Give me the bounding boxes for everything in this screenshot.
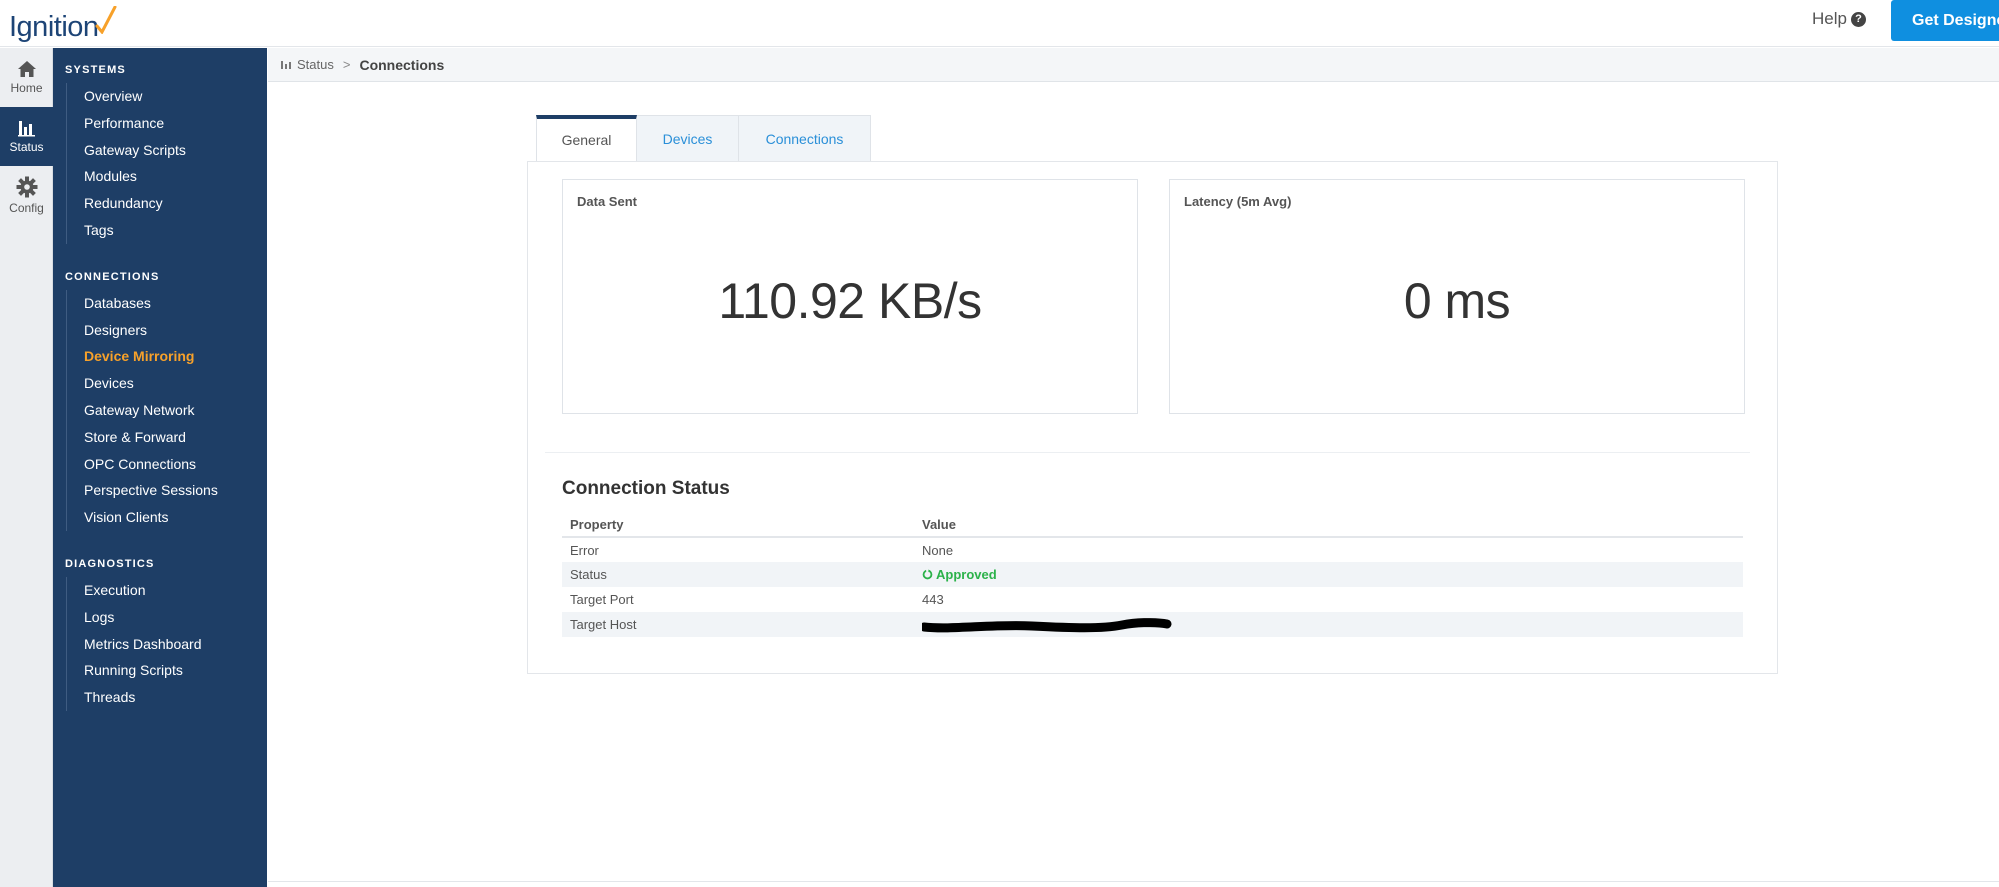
nav-item-logs[interactable]: Logs: [67, 604, 267, 631]
value-cell: None: [922, 542, 954, 558]
tab-connections[interactable]: Connections: [739, 115, 871, 161]
general-panel: Data Sent 110.92 KB/s Latency (5m Avg) 0…: [527, 161, 1778, 674]
nav-item-designers[interactable]: Designers: [67, 317, 267, 344]
table-row: Error None: [562, 537, 1743, 562]
tab-general[interactable]: General: [536, 115, 637, 161]
home-icon: [17, 61, 36, 77]
nav-heading-systems: SYSTEMS: [65, 64, 126, 76]
nav-heading-connections: CONNECTIONS: [65, 270, 160, 283]
bar-chart-icon: [17, 121, 35, 137]
help-link[interactable]: Help ?: [1812, 9, 1866, 29]
property-cell: Status: [562, 562, 914, 587]
footer-divider: [268, 881, 1999, 882]
nav-item-overview[interactable]: Overview: [67, 83, 267, 110]
breadcrumb-parent[interactable]: Status: [297, 57, 334, 72]
nav-item-threads[interactable]: Threads: [67, 684, 267, 711]
breadcrumb: Status > Connections: [268, 48, 1999, 82]
table-row: Target Port 443: [562, 587, 1743, 612]
rail-config-label: Config: [9, 201, 44, 215]
nav-item-performance[interactable]: Performance: [67, 110, 267, 137]
nav-item-redundancy[interactable]: Redundancy: [67, 190, 267, 217]
column-header-property: Property: [562, 513, 914, 538]
section-divider: [545, 452, 1750, 453]
rail-config[interactable]: Config: [0, 166, 53, 225]
nav-item-device-mirroring[interactable]: Device Mirroring: [67, 343, 267, 370]
status-badge: Approved: [922, 567, 997, 582]
status-badge-text: Approved: [936, 566, 997, 582]
logo-swoosh-icon: [95, 6, 117, 34]
nav-item-gateway-scripts[interactable]: Gateway Scripts: [67, 137, 267, 164]
column-header-value: Value: [914, 513, 1743, 538]
data-sent-title: Data Sent: [577, 194, 637, 209]
property-cell: Target Port: [570, 592, 634, 607]
connection-status-title: Connection Status: [562, 478, 730, 499]
rail-home-label: Home: [10, 81, 43, 95]
nav-item-opc-connections[interactable]: OPC Connections: [67, 451, 267, 478]
breadcrumb-separator: >: [342, 57, 351, 72]
nav-item-gateway-network[interactable]: Gateway Network: [67, 397, 267, 424]
latency-title: Latency (5m Avg): [1184, 194, 1292, 209]
ignition-logo[interactable]: Ignition: [9, 6, 117, 42]
nav-heading-diagnostics: DIAGNOSTICS: [65, 557, 155, 570]
nav-item-devices[interactable]: Devices: [67, 370, 267, 397]
value-cell: 443: [922, 592, 944, 607]
nav-item-metrics-dashboard[interactable]: Metrics Dashboard: [67, 631, 267, 658]
nav-item-vision-clients[interactable]: Vision Clients: [67, 504, 267, 531]
status-nav-sidebar: SYSTEMS Overview Performance Gateway Scr…: [53, 48, 267, 887]
refresh-check-icon: [922, 568, 933, 579]
tab-bar: General Devices Connections: [536, 115, 871, 161]
table-header-row: Property Value: [562, 513, 1743, 538]
nav-item-execution[interactable]: Execution: [67, 577, 267, 604]
nav-item-modules[interactable]: Modules: [67, 163, 267, 190]
rail-home[interactable]: Home: [0, 48, 53, 107]
value-cell: Approved: [914, 562, 1743, 587]
data-sent-value: 110.92 KB/s: [718, 273, 982, 329]
nav-item-tags[interactable]: Tags: [67, 217, 267, 244]
connection-status-table: Property Value Error None Status Approve…: [562, 513, 1743, 637]
nav-item-running-scripts[interactable]: Running Scripts: [67, 657, 267, 684]
nav-item-databases[interactable]: Databases: [67, 290, 267, 317]
get-designer-button[interactable]: Get Designer: [1891, 0, 1999, 41]
rail-status-label: Status: [9, 140, 44, 154]
bar-chart-icon: [281, 61, 291, 69]
breadcrumb-current: Connections: [359, 56, 445, 73]
logo-text: Ignition: [9, 11, 99, 43]
nav-item-perspective-sessions[interactable]: Perspective Sessions: [67, 477, 267, 504]
nav-item-store-and-forward[interactable]: Store & Forward: [67, 424, 267, 451]
nav-section-diagnostics: DIAGNOSTICS Execution Logs Metrics Dashb…: [53, 558, 267, 711]
value-cell: [914, 612, 1743, 637]
help-question-icon: ?: [1850, 11, 1866, 27]
redaction-scribble: [922, 617, 1172, 632]
property-cell: Error: [570, 542, 599, 558]
help-label: Help: [1812, 9, 1847, 28]
rail-status[interactable]: Status: [0, 107, 53, 166]
table-row: Status Approved: [562, 562, 1743, 587]
property-cell: Target Host: [562, 612, 914, 637]
top-bar: Ignition Help ? Get Designer: [0, 0, 1999, 47]
latency-card: Latency (5m Avg) 0 ms: [1169, 179, 1745, 414]
data-sent-card: Data Sent 110.92 KB/s: [562, 179, 1138, 414]
icon-rail: Home Status Config: [0, 48, 53, 887]
table-row: Target Host: [562, 612, 1743, 637]
gear-icon: [16, 176, 37, 198]
latency-value: 0 ms: [1403, 273, 1511, 329]
tab-devices[interactable]: Devices: [637, 115, 739, 161]
nav-section-systems: SYSTEMS Overview Performance Gateway Scr…: [53, 64, 267, 244]
nav-section-connections: CONNECTIONS Databases Designers Device M…: [53, 271, 267, 531]
